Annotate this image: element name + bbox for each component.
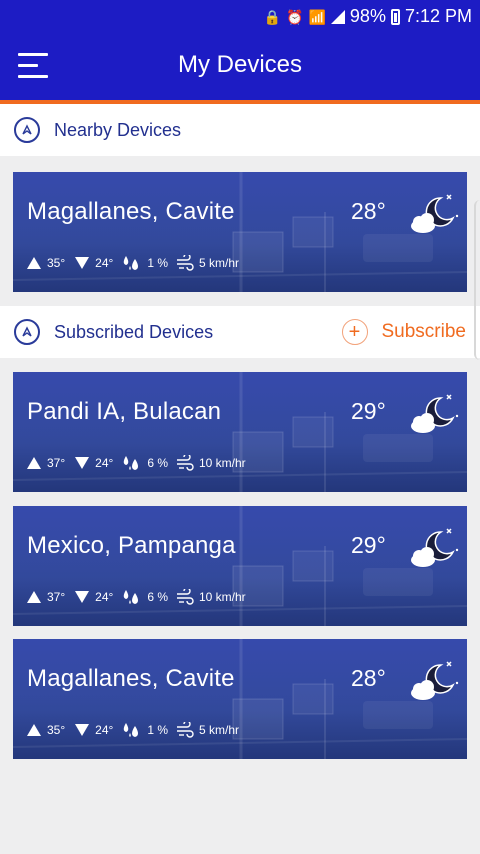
app-bar: My Devices (0, 33, 480, 104)
signal-icon (330, 9, 345, 24)
moon-cloud-night-icon (411, 528, 459, 567)
card-temperature: 28° (351, 198, 386, 224)
wind-icon (177, 455, 194, 471)
battery-icon (390, 8, 400, 25)
wind-icon (177, 722, 194, 738)
card-stats: 37° 24° 6 % 10 km/hr (27, 454, 246, 472)
battery-percent: 98% (349, 6, 386, 26)
station-background-image (13, 372, 467, 492)
triangle-up-icon (27, 257, 41, 269)
nearby-devices-header: Nearby Devices (0, 104, 480, 156)
moon-cloud-night-icon (411, 394, 459, 433)
subscribed-devices-header: Subscribed Devices + Subscribe (0, 306, 480, 358)
card-rain: 6 % (147, 456, 168, 470)
edge-panel-handle[interactable] (474, 200, 480, 360)
triangle-up-icon (27, 724, 41, 736)
triangle-down-icon (75, 724, 90, 736)
card-wind: 10 km/hr (199, 590, 246, 604)
card-wind: 5 km/hr (199, 256, 240, 270)
card-high: 35° (47, 723, 66, 737)
moon-cloud-night-icon (411, 194, 459, 233)
notification-icon: 🔒 (263, 8, 282, 25)
raindrops-icon (124, 456, 139, 470)
card-low: 24° (95, 456, 114, 470)
card-low: 24° (95, 723, 114, 737)
card-wind: 5 km/hr (199, 723, 240, 737)
triangle-down-icon (75, 457, 90, 469)
alarm-icon: ⏰ (286, 8, 304, 25)
plus-circle-icon: + (341, 319, 368, 345)
card-location: Magallanes, Cavite (27, 198, 235, 225)
card-rain: 1 % (147, 256, 168, 270)
card-low: 24° (95, 256, 114, 270)
subscribe-button[interactable]: + Subscribe (341, 319, 467, 345)
wind-icon (177, 255, 194, 271)
subscribed-devices-label: Subscribed Devices (54, 321, 214, 342)
station-background-image (13, 506, 467, 626)
raindrops-icon (124, 590, 139, 604)
nearby-devices-label: Nearby Devices (54, 119, 182, 140)
card-high: 37° (47, 456, 66, 470)
card-temperature: 29° (351, 532, 386, 558)
device-card[interactable]: Pandi IA, Bulacan 29° 37° 24° 6 % 10 km/… (13, 372, 467, 492)
card-high: 35° (47, 256, 66, 270)
subscribe-label: Subscribe (381, 321, 467, 342)
raindrops-icon (124, 723, 139, 737)
wifi-icon: 📶 (308, 8, 326, 25)
triangle-up-icon (27, 457, 41, 469)
triangle-up-icon (27, 591, 41, 603)
device-card[interactable]: Magallanes, Cavite 28° 35° 24° 1 % 5 km/… (13, 639, 467, 759)
page-title: My Devices (177, 51, 303, 78)
card-location: Magallanes, Cavite (27, 665, 235, 692)
clock: 7:12 PM (404, 6, 472, 26)
card-wind: 10 km/hr (199, 456, 246, 470)
card-stats: 35° 24° 1 % 5 km/hr (27, 721, 239, 739)
compass-icon (14, 319, 40, 345)
card-rain: 6 % (147, 590, 168, 604)
card-location: Pandi IA, Bulacan (27, 398, 222, 425)
card-location: Mexico, Pampanga (27, 532, 236, 559)
station-background-image (13, 639, 467, 759)
card-stats: 35° 24° 1 % 5 km/hr (27, 254, 239, 272)
device-card[interactable]: Mexico, Pampanga 29° 37° 24° 6 % 10 km/h… (13, 506, 467, 626)
moon-cloud-night-icon (411, 661, 459, 700)
triangle-down-icon (75, 257, 90, 269)
raindrops-icon (124, 256, 139, 270)
card-stats: 37° 24° 6 % 10 km/hr (27, 588, 246, 606)
station-background-image (13, 172, 467, 292)
triangle-down-icon (75, 591, 90, 603)
device-card[interactable]: Magallanes, Cavite 28° 35° 24° 1 % 5 km/… (13, 172, 467, 292)
card-high: 37° (47, 590, 66, 604)
card-rain: 1 % (147, 723, 168, 737)
wind-icon (177, 589, 194, 605)
card-temperature: 29° (351, 398, 386, 424)
status-bar: 🔒 ⏰ 📶 98% 7:12 PM (0, 0, 480, 33)
card-temperature: 28° (351, 665, 386, 691)
compass-icon (14, 117, 40, 143)
card-low: 24° (95, 590, 114, 604)
